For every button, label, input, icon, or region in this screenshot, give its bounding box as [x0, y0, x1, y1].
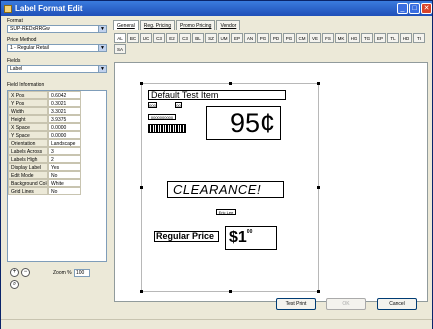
resize-handle[interactable] [229, 290, 232, 293]
fields-value: Label [10, 66, 23, 72]
field-subtabs: AL BC UC C3 E2 C3 BL SZ UM EP AN PG PD P… [114, 33, 428, 61]
barcode-field[interactable] [148, 124, 186, 133]
dollar-amount: $1 [229, 229, 247, 246]
subtab[interactable]: C3 [179, 33, 191, 43]
format-select[interactable]: SUP-REDxRRGw ▼ [7, 25, 107, 33]
ok-button[interactable]: OK [326, 298, 366, 310]
property-row[interactable]: Edit Mode No [8, 171, 81, 179]
close-button[interactable]: ✕ [421, 3, 432, 14]
label-format-edit-window: Label Format Edit _ □ ✕ Format SUP-REDxR… [0, 0, 433, 329]
tab-general[interactable]: General [113, 20, 139, 30]
property-row[interactable]: Display Label Yes [8, 163, 81, 171]
test-print-button[interactable]: Test Print [276, 298, 316, 310]
subtab[interactable]: MK [335, 33, 347, 43]
subtab[interactable]: C3 [153, 33, 165, 43]
format-value: SUP-REDxRRGw [10, 26, 50, 32]
property-row[interactable]: Labels Across 3 [8, 147, 81, 155]
resize-handle[interactable] [317, 82, 320, 85]
subtab[interactable]: PG [283, 33, 295, 43]
property-row[interactable]: Labels High 2 [8, 155, 81, 163]
zoom-in-icon[interactable]: + [10, 268, 19, 277]
zoom-out-icon[interactable]: − [21, 268, 30, 277]
dollar-cents: 00 [246, 229, 253, 235]
subtab[interactable]: AL [114, 33, 126, 43]
subtab[interactable]: AN [244, 33, 256, 43]
signature-field[interactable]: Eric Lee [216, 209, 236, 215]
property-row[interactable]: Grid Lines No [8, 187, 81, 195]
format-label: Format [7, 18, 23, 24]
property-row[interactable]: Y Space 0.0000 [8, 131, 81, 139]
subtab[interactable]: HD [400, 33, 412, 43]
price-field[interactable]: 95¢ [206, 106, 281, 140]
subtab[interactable]: HG [348, 33, 360, 43]
tab-reg-pricing[interactable]: Reg. Pricing [139, 20, 176, 30]
subtab[interactable]: BL [192, 33, 204, 43]
subtab[interactable]: TL [387, 33, 399, 43]
regular-price-label-field[interactable]: Regular Price [154, 231, 219, 242]
left-panel: Format SUP-REDxRRGw ▼ Price Method 1 - R… [5, 18, 108, 318]
resize-handle[interactable] [317, 186, 320, 189]
subtab[interactable]: BC [127, 33, 139, 43]
zoom-input[interactable]: 100 [74, 269, 90, 277]
field-information-grid: X Pos 0.6042 Y Pos 0.3021 Width 3.3021 Heig… [7, 90, 107, 262]
fields-label: Fields [7, 58, 21, 64]
chevron-down-icon[interactable]: ▼ [98, 45, 106, 51]
resize-handle[interactable] [140, 82, 143, 85]
subtab[interactable]: EP [374, 33, 386, 43]
clearance-field[interactable]: CLEARANCE! [167, 181, 284, 198]
item-title-field[interactable]: Default Test Item [148, 90, 286, 100]
subtab[interactable]: TG [361, 33, 373, 43]
resize-handle[interactable] [140, 186, 143, 189]
subtab[interactable]: VE [309, 33, 321, 43]
property-row[interactable]: Height 3.9375 [8, 115, 81, 123]
tab-promo-pricing[interactable]: Promo Pricing [176, 20, 216, 30]
minimize-button[interactable]: _ [397, 3, 408, 14]
resize-handle[interactable] [140, 290, 143, 293]
subtab[interactable]: E2 [166, 33, 178, 43]
property-row[interactable]: Y Pos 0.3021 [8, 99, 81, 107]
maximize-button[interactable]: □ [409, 3, 420, 14]
property-row[interactable]: Width 3.3021 [8, 107, 81, 115]
zoom-fit-icon[interactable]: ⌕ [10, 280, 19, 289]
title-bar: Label Format Edit [1, 1, 432, 16]
subtab[interactable]: UM [218, 33, 230, 43]
subtab[interactable]: TI [413, 33, 425, 43]
tab-vendor[interactable]: Vendor [216, 20, 241, 30]
price-method-select[interactable]: 1 - Regular Retail ▼ [7, 44, 107, 52]
subtab[interactable]: FS [322, 33, 334, 43]
subtab[interactable]: CM [296, 33, 308, 43]
subtab[interactable]: EP [231, 33, 243, 43]
field-information-label: Field Information [7, 82, 45, 88]
item-code-field[interactable]: 0000000000 [148, 114, 176, 120]
subtab[interactable]: UC [140, 33, 152, 43]
cancel-button[interactable]: Cancel [377, 298, 417, 310]
property-row[interactable]: Orientation Landscape [8, 139, 81, 147]
price-method-value: 1 - Regular Retail [10, 45, 49, 51]
subtab[interactable]: PD [270, 33, 282, 43]
property-row[interactable]: Background Color White [8, 179, 81, 187]
subtab[interactable]: SZ [205, 33, 217, 43]
zoom-label: Zoom % [53, 270, 72, 276]
property-row[interactable]: X Pos 0.6042 [8, 91, 81, 99]
subtab[interactable]: SA [114, 44, 126, 54]
zoom-controls: + − ⌕ Zoom % 100 [7, 268, 107, 298]
window-title: Label Format Edit [15, 4, 83, 13]
subtab[interactable]: PG [257, 33, 269, 43]
chevron-down-icon[interactable]: ▼ [98, 26, 106, 32]
resize-handle[interactable] [317, 290, 320, 293]
resize-handle[interactable] [229, 82, 232, 85]
chevron-down-icon[interactable]: ▼ [98, 66, 106, 72]
fields-select[interactable]: Label ▼ [7, 65, 107, 73]
tab-strip: General Reg. Pricing Promo Pricing Vendo… [113, 20, 241, 30]
small-field-1[interactable]: 000 [148, 102, 157, 108]
regular-price-value-field[interactable]: $100 [225, 226, 277, 250]
property-row[interactable]: X Space 0.0000 [8, 123, 81, 131]
price-method-label: Price Method [7, 37, 37, 43]
status-bar [1, 319, 432, 329]
app-icon [4, 4, 12, 13]
small-field-2[interactable]: 00 [175, 102, 182, 108]
